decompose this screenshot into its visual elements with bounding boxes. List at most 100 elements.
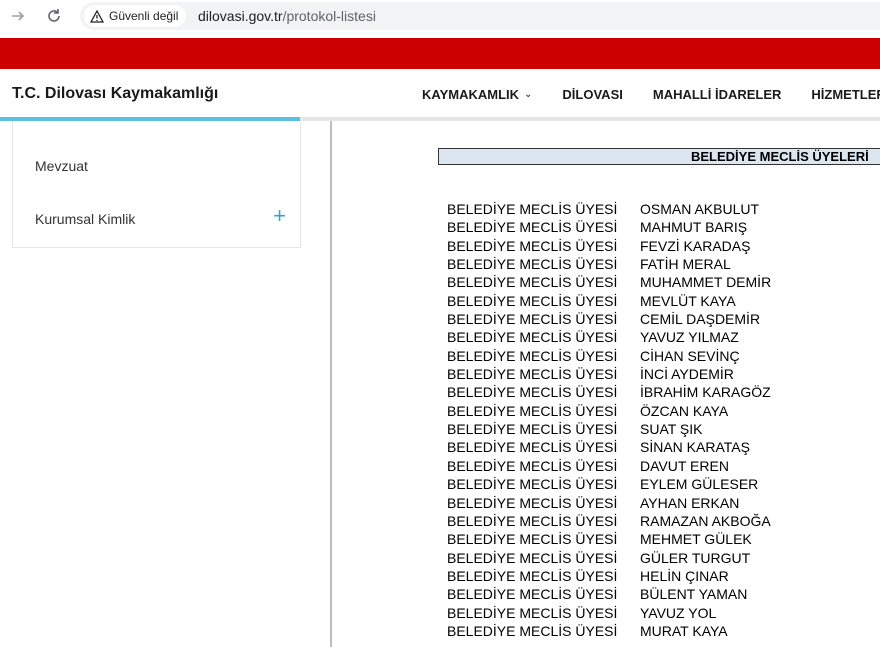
- member-name: SİNAN KARATAŞ: [640, 439, 750, 456]
- member-name: OSMAN AKBULUT: [640, 201, 760, 217]
- member-name: EYLEM GÜLESER: [640, 476, 759, 493]
- member-row: BELEDİYE MECLİS ÜYESİ EYLEM GÜLESER: [447, 475, 771, 493]
- content-divider: [330, 121, 332, 647]
- member-row: BELEDİYE MECLİS ÜYESİ AYHAN ERKAN: [447, 494, 771, 512]
- member-name: HELİN ÇINAR: [640, 567, 729, 584]
- member-role: BELEDİYE MECLİS ÜYESİ: [447, 476, 618, 493]
- member-row: BELEDİYE MECLİS ÜYESİ HELİN ÇINAR: [447, 567, 771, 585]
- member-row: BELEDİYE MECLİS ÜYESİ SİNAN KARATAŞ: [447, 438, 771, 456]
- member-row: BELEDİYE MECLİS ÜYESİ İNCİ AYDEMİR: [447, 365, 771, 383]
- sidebar: Mevzuat Kurumsal Kimlik +: [12, 121, 301, 248]
- member-row: BELEDİYE MECLİS ÜYESİ FEVZİ KARADAŞ: [447, 237, 771, 255]
- member-role: BELEDİYE MECLİS ÜYESİ: [447, 292, 618, 309]
- menu-item-hizmetler[interactable]: HİZMETLER: [811, 87, 880, 102]
- section-header: BELEDİYE MECLİS ÜYELERİ: [438, 148, 880, 165]
- member-row: BELEDİYE MECLİS ÜYESİ SUAT ŞIK: [447, 420, 771, 438]
- sidebar-item-kurumsal-kimlik[interactable]: Kurumsal Kimlik: [35, 211, 135, 227]
- member-row: BELEDİYE MECLİS ÜYESİ CİHAN SEVİNÇ: [447, 347, 771, 365]
- brand-top-bar: [0, 38, 880, 69]
- member-row: BELEDİYE MECLİS ÜYESİ MURAT KAYA: [447, 622, 771, 640]
- menu-item-label: KAYMAKAMLIK: [422, 87, 520, 102]
- url-domain: dilovasi.gov.tr: [198, 8, 283, 24]
- member-name: YAVUZ YILMAZ: [640, 329, 739, 346]
- member-name: CEMİL DAŞDEMİR: [640, 311, 761, 328]
- site-header: T.C. Dilovası Kaymakamlığı KAYMAKAMLIK ⌄…: [0, 69, 880, 117]
- forward-icon[interactable]: [6, 4, 30, 28]
- member-role: BELEDİYE MECLİS ÜYESİ: [447, 311, 618, 328]
- url-path: /protokol-listesi: [282, 8, 376, 24]
- member-role: BELEDİYE MECLİS ÜYESİ: [447, 329, 618, 346]
- header-divider: [300, 117, 880, 121]
- reload-icon[interactable]: [42, 4, 66, 28]
- expand-plus-icon[interactable]: +: [273, 205, 286, 227]
- member-name: MUHAMMET DEMİR: [640, 274, 772, 291]
- member-row: BELEDİYE MECLİS ÜYESİ İBRAHİM KARAGÖZ: [447, 383, 771, 401]
- member-role: BELEDİYE MECLİS ÜYESİ: [447, 274, 618, 291]
- browser-toolbar: Güvenli değil dilovasi.gov.tr/protokol-l…: [0, 0, 880, 32]
- member-name: FEVZİ KARADAŞ: [640, 237, 751, 254]
- member-name: BÜLENT YAMAN: [640, 586, 748, 603]
- member-name: MURAT KAYA: [640, 622, 728, 639]
- member-name: FATİH MERAL: [640, 256, 731, 273]
- member-name: DAVUT EREN: [640, 457, 729, 474]
- member-role: BELEDİYE MECLİS ÜYESİ: [447, 457, 618, 474]
- member-role: BELEDİYE MECLİS ÜYESİ: [447, 384, 618, 401]
- member-row: BELEDİYE MECLİS ÜYESİ MEHMET GÜLEK: [447, 530, 771, 548]
- member-role: BELEDİYE MECLİS ÜYESİ: [447, 604, 618, 621]
- member-row: BELEDİYE MECLİS ÜYESİ CEMİL DAŞDEMİR: [447, 310, 771, 328]
- member-role: BELEDİYE MECLİS ÜYESİ: [447, 402, 618, 419]
- sidebar-item-mevzuat[interactable]: Mevzuat: [35, 158, 88, 174]
- site-title[interactable]: T.C. Dilovası Kaymakamlığı: [12, 85, 218, 103]
- menu-item-label: DİLOVASI: [562, 87, 623, 102]
- members-list: BELEDİYE MECLİS ÜYESİ OSMAN AKBULUT BELEDİ…: [447, 200, 771, 640]
- member-role: BELEDİYE MECLİS ÜYESİ: [447, 366, 618, 383]
- member-row: BELEDİYE MECLİS ÜYESİ RAMAZAN AKBOĞA: [447, 512, 771, 530]
- member-role: BELEDİYE MECLİS ÜYESİ: [447, 347, 618, 364]
- member-name: MAHMUT BARIŞ: [640, 219, 748, 236]
- member-name: MEVLÜT KAYA: [640, 292, 736, 309]
- member-row: BELEDİYE MECLİS ÜYESİ MEVLÜT KAYA: [447, 292, 771, 310]
- member-role: BELEDİYE MECLİS ÜYESİ: [447, 567, 618, 584]
- member-name: AYHAN ERKAN: [640, 494, 740, 511]
- member-role: BELEDİYE MECLİS ÜYESİ: [447, 421, 618, 438]
- member-name: GÜLER TURGUT: [640, 549, 751, 566]
- member-name: İNCİ AYDEMİR: [640, 366, 734, 383]
- member-row: BELEDİYE MECLİS ÜYESİ DAVUT EREN: [447, 457, 771, 475]
- member-role: BELEDİYE MECLİS ÜYESİ: [447, 494, 618, 511]
- security-label: Güvenli değil: [109, 9, 179, 23]
- member-role: BELEDİYE MECLİS ÜYESİ: [447, 586, 618, 603]
- main-menu: KAYMAKAMLIK ⌄ DİLOVASI MAHALLİ İDARELER …: [422, 87, 880, 102]
- menu-item-kaymakamlik[interactable]: KAYMAKAMLIK ⌄: [422, 87, 532, 102]
- menu-item-dilovasi[interactable]: DİLOVASI: [562, 87, 622, 102]
- member-name: İBRAHİM KARAGÖZ: [640, 384, 771, 401]
- url-text[interactable]: dilovasi.gov.tr/protokol-listesi: [198, 8, 376, 24]
- address-bar[interactable]: Güvenli değil dilovasi.gov.tr/protokol-l…: [80, 2, 880, 30]
- chevron-down-icon: ⌄: [524, 89, 533, 100]
- member-row: BELEDİYE MECLİS ÜYESİ YAVUZ YOL: [447, 604, 771, 622]
- member-role: BELEDİYE MECLİS ÜYESİ: [447, 512, 618, 529]
- member-role: BELEDİYE MECLİS ÜYESİ: [447, 622, 618, 639]
- member-row: BELEDİYE MECLİS ÜYESİ MAHMUT BARIŞ: [447, 218, 771, 236]
- member-role: BELEDİYE MECLİS ÜYESİ: [447, 201, 618, 217]
- member-role: BELEDİYE MECLİS ÜYESİ: [447, 237, 618, 254]
- member-row: BELEDİYE MECLİS ÜYESİ ÖZCAN KAYA: [447, 402, 771, 420]
- menu-item-label: HİZMETLER: [811, 87, 880, 102]
- member-role: BELEDİYE MECLİS ÜYESİ: [447, 549, 618, 566]
- section-title: BELEDİYE MECLİS ÜYELERİ: [691, 149, 869, 164]
- member-row: BELEDİYE MECLİS ÜYESİ GÜLER TURGUT: [447, 549, 771, 567]
- member-row: BELEDİYE MECLİS ÜYESİ BÜLENT YAMAN: [447, 585, 771, 603]
- member-role: BELEDİYE MECLİS ÜYESİ: [447, 256, 618, 273]
- member-row: BELEDİYE MECLİS ÜYESİ MUHAMMET DEMİR: [447, 273, 771, 291]
- menu-item-label: MAHALLİ İDARELER: [652, 87, 782, 102]
- member-row: BELEDİYE MECLİS ÜYESİ YAVUZ YILMAZ: [447, 328, 771, 346]
- member-role: BELEDİYE MECLİS ÜYESİ: [447, 219, 618, 236]
- member-name: RAMAZAN AKBOĞA: [640, 512, 771, 529]
- member-name: CİHAN SEVİNÇ: [640, 347, 740, 364]
- member-row: BELEDİYE MECLİS ÜYESİ FATİH MERAL: [447, 255, 771, 273]
- warning-icon: [90, 9, 104, 23]
- member-role: BELEDİYE MECLİS ÜYESİ: [447, 439, 618, 456]
- member-name: SUAT ŞIK: [640, 421, 703, 438]
- security-chip[interactable]: Güvenli değil: [84, 5, 187, 27]
- menu-item-mahalli-idareler[interactable]: MAHALLİ İDARELER: [653, 87, 782, 102]
- member-name: ÖZCAN KAYA: [640, 402, 729, 419]
